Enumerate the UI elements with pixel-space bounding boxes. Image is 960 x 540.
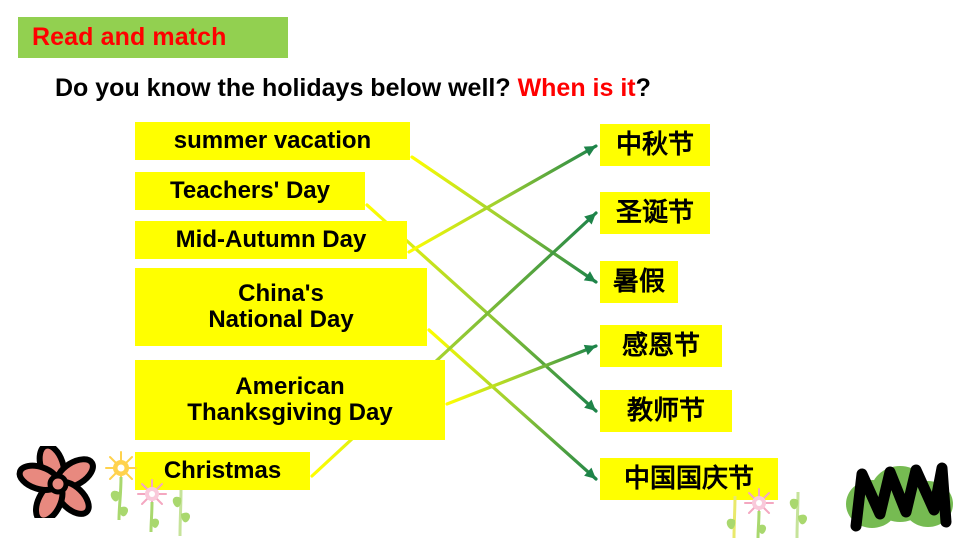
green-sprout-icon xyxy=(172,489,191,537)
pink-flower-sprout-icon xyxy=(137,479,167,533)
chip-label-line: 圣诞节 xyxy=(615,197,694,228)
chip-label-line: Thanksgiving Day xyxy=(187,399,393,426)
green-bush-scribble-icon xyxy=(846,462,953,532)
chip-label-line: Mid-Autumn Day xyxy=(175,226,367,254)
chinese-chip-christmas-zh[interactable]: 圣诞节 xyxy=(600,192,710,234)
english-chip-mid-autumn-day[interactable]: Mid-Autumn Day xyxy=(135,221,407,259)
chinese-chip-mid-autumn-festival-zh[interactable]: 中秋节 xyxy=(600,124,710,166)
chip-label-line: summer vacation xyxy=(173,127,372,155)
connector-arrowhead xyxy=(583,344,596,356)
chip-label-line: 中秋节 xyxy=(615,129,694,160)
chip-label-line: 教师节 xyxy=(626,395,705,426)
connector-line xyxy=(445,344,598,406)
connector-line xyxy=(410,155,598,284)
chip-label-line: 中国国庆节 xyxy=(623,463,754,494)
chinese-chip-teachers-day-zh[interactable]: 教师节 xyxy=(600,390,732,432)
chip-label-line: China's xyxy=(238,280,324,308)
chip-label-line: National Day xyxy=(208,306,354,333)
pink-flower-sprout-icon xyxy=(744,488,774,539)
chip-label-line: 暑假 xyxy=(612,266,665,297)
english-chip-teachers-day[interactable]: Teachers' Day xyxy=(135,172,365,210)
chip-label-line: 感恩节 xyxy=(621,330,700,361)
chinese-chip-thanksgiving-zh[interactable]: 感恩节 xyxy=(600,325,722,367)
chip-label-line: Christmas xyxy=(163,457,282,485)
pink-flower-icon xyxy=(16,446,96,518)
chip-label-line: American xyxy=(235,373,345,401)
connector-line xyxy=(407,144,598,254)
connector-summer-vacation-to-summer-vacation-zh[interactable] xyxy=(410,155,599,287)
green-sprout-icon xyxy=(789,491,808,539)
slide-canvas: Read and match Do you know the holidays … xyxy=(0,0,960,540)
english-chip-summer-vacation[interactable]: summer vacation xyxy=(135,122,410,160)
connector-arrowhead xyxy=(583,146,596,157)
chinese-chip-summer-vacation-zh[interactable]: 暑假 xyxy=(600,261,678,303)
english-chip-chinas-national-day[interactable]: China's National Day xyxy=(135,268,427,346)
connector-line xyxy=(427,328,598,481)
chip-label-line: Teachers' Day xyxy=(169,177,331,205)
yellow-flower-sprout-icon xyxy=(105,451,137,521)
english-chip-american-thanksgiving-day[interactable]: American Thanksgiving Day xyxy=(135,360,445,440)
